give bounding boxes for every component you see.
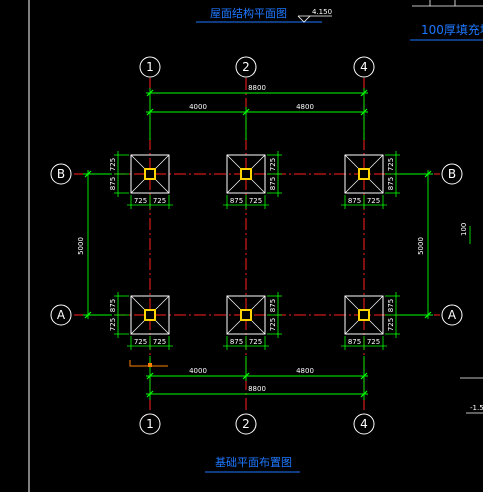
footing-slope-line: [250, 178, 266, 194]
footing-dim-text-bottom-left: 875: [348, 197, 361, 205]
footing-slope-line: [226, 154, 242, 170]
footing-dim-text-bottom-left: 875: [230, 338, 243, 346]
column-square: [144, 309, 156, 321]
dim-bay1-top: 4000: [189, 103, 207, 111]
footing-dim-text-bottom-right: 725: [367, 338, 380, 346]
footing-a4: 875 725 875 725: [341, 292, 400, 350]
bottom-axis-bubbles: 1 2 4: [139, 413, 375, 435]
footing-slope-line: [130, 154, 146, 170]
footing-dim-text-bottom-left: 875: [348, 338, 361, 346]
axis-label-a-left: A: [57, 308, 66, 322]
axis-label-b-right: B: [448, 167, 456, 181]
axis-label-b-left: B: [57, 167, 65, 181]
dim-total-y-left: 5000: [77, 237, 85, 255]
footing-dim-text-bottom-right: 725: [249, 338, 262, 346]
footing-dim-text-side-top: 725: [269, 158, 277, 171]
footing-slope-line: [368, 178, 384, 194]
footing-slope-line: [154, 154, 170, 170]
column-square: [144, 168, 156, 180]
footing-slope-line: [154, 319, 170, 335]
footing-b4: 875 725 725 875: [341, 151, 400, 209]
footing-dim-text-side-top: 875: [109, 299, 117, 312]
footing-dim-text-bottom-left: 725: [134, 197, 147, 205]
footing-dim-text-bottom-right: 725: [153, 338, 166, 346]
dim-total-y-right: 5000: [417, 237, 425, 255]
footing-slope-line: [130, 295, 146, 311]
footing-slope-line: [250, 154, 266, 170]
footing-dim-text-side-bottom: 875: [387, 177, 395, 190]
footing-slope-line: [154, 295, 170, 311]
axis-label-4-top: 4: [360, 60, 368, 74]
footing-dim-text-side-top: 875: [269, 299, 277, 312]
roof-plan-title: 屋面结构平面图: [210, 6, 287, 20]
axis-label-4-bottom: 4: [360, 417, 368, 431]
footing-dim-text-side-bottom: 725: [269, 318, 277, 331]
footing-slope-line: [250, 295, 266, 311]
footing-slope-line: [344, 154, 360, 170]
axis-label-2-top: 2: [242, 60, 250, 74]
footing-dim-text-bottom-right: 725: [249, 197, 262, 205]
footing-slope-line: [226, 178, 242, 194]
dim-bay1-bottom: 4000: [189, 367, 207, 375]
footing-dim-text-side-top: 725: [109, 158, 117, 171]
footing-slope-line: [344, 178, 360, 194]
footing-slope-line: [130, 319, 146, 335]
footing-a1: 725 725 875 725: [109, 292, 173, 350]
footing-dim-text-bottom-right: 725: [367, 197, 380, 205]
axis-label-2-bottom: 2: [242, 417, 250, 431]
footing-b1: 725 725 725 875: [109, 151, 173, 209]
footing-dim-text-bottom-right: 725: [153, 197, 166, 205]
footing-dim-text-side-top: 725: [387, 158, 395, 171]
footing-a2: 875 725 875 725: [223, 292, 282, 350]
footing-slope-line: [344, 319, 360, 335]
footing-slope-line: [250, 319, 266, 335]
footing-slope-line: [226, 319, 242, 335]
dimension-ticks: [84, 89, 432, 398]
level-mark-text: 4.150: [312, 8, 332, 16]
dim-bay2-top: 4800: [296, 103, 314, 111]
axis-label-a-right: A: [448, 308, 457, 322]
column-square: [240, 309, 252, 321]
footing-dim-text-bottom-left: 725: [134, 338, 147, 346]
top-axis-bubbles: 1 2 4: [139, 56, 375, 78]
column-square: [358, 168, 370, 180]
footing-slope-line: [368, 319, 384, 335]
footing-dim-text-bottom-left: 875: [230, 197, 243, 205]
footing-dim-text-side-bottom: 875: [109, 177, 117, 190]
footings: 725 725725875875 725725875875 725725875725 7…: [109, 151, 400, 350]
side-cut-level: -1.5: [470, 404, 483, 412]
infill-wall-note: 100厚填充墙: [421, 22, 483, 37]
footing-slope-line: [226, 295, 242, 311]
footing-dim-text-side-bottom: 875: [269, 177, 277, 190]
dim-total-x-top: 8800: [248, 84, 266, 92]
dim-total-x-bottom: 8800: [248, 385, 266, 393]
column-square: [240, 168, 252, 180]
dimension-lines: [83, 88, 433, 400]
footing-dim-text-side-bottom: 725: [109, 318, 117, 331]
side-dim-100: 100: [460, 223, 468, 236]
axis-lines: [74, 78, 440, 412]
axis-label-1-top: 1: [146, 60, 154, 74]
footing-b2: 875 725 725 875: [223, 151, 282, 209]
cad-drawing-canvas: 屋面结构平面图 4.150 100厚填充墙 100 -1.5 1 2 4 1 2…: [28, 0, 483, 492]
section-marker-dot: [148, 363, 152, 367]
footing-slope-line: [344, 295, 360, 311]
column-square: [358, 309, 370, 321]
level-mark-triangle: [297, 15, 311, 23]
footing-slope-line: [130, 178, 146, 194]
footing-slope-line: [368, 295, 384, 311]
dim-bay2-bottom: 4800: [296, 367, 314, 375]
footing-slope-line: [368, 154, 384, 170]
footing-dim-text-side-bottom: 725: [387, 318, 395, 331]
footing-dim-text-side-top: 875: [387, 299, 395, 312]
axis-label-1-bottom: 1: [146, 417, 154, 431]
footing-slope-line: [154, 178, 170, 194]
foundation-plan-title: 基础平面布置图: [215, 456, 292, 469]
